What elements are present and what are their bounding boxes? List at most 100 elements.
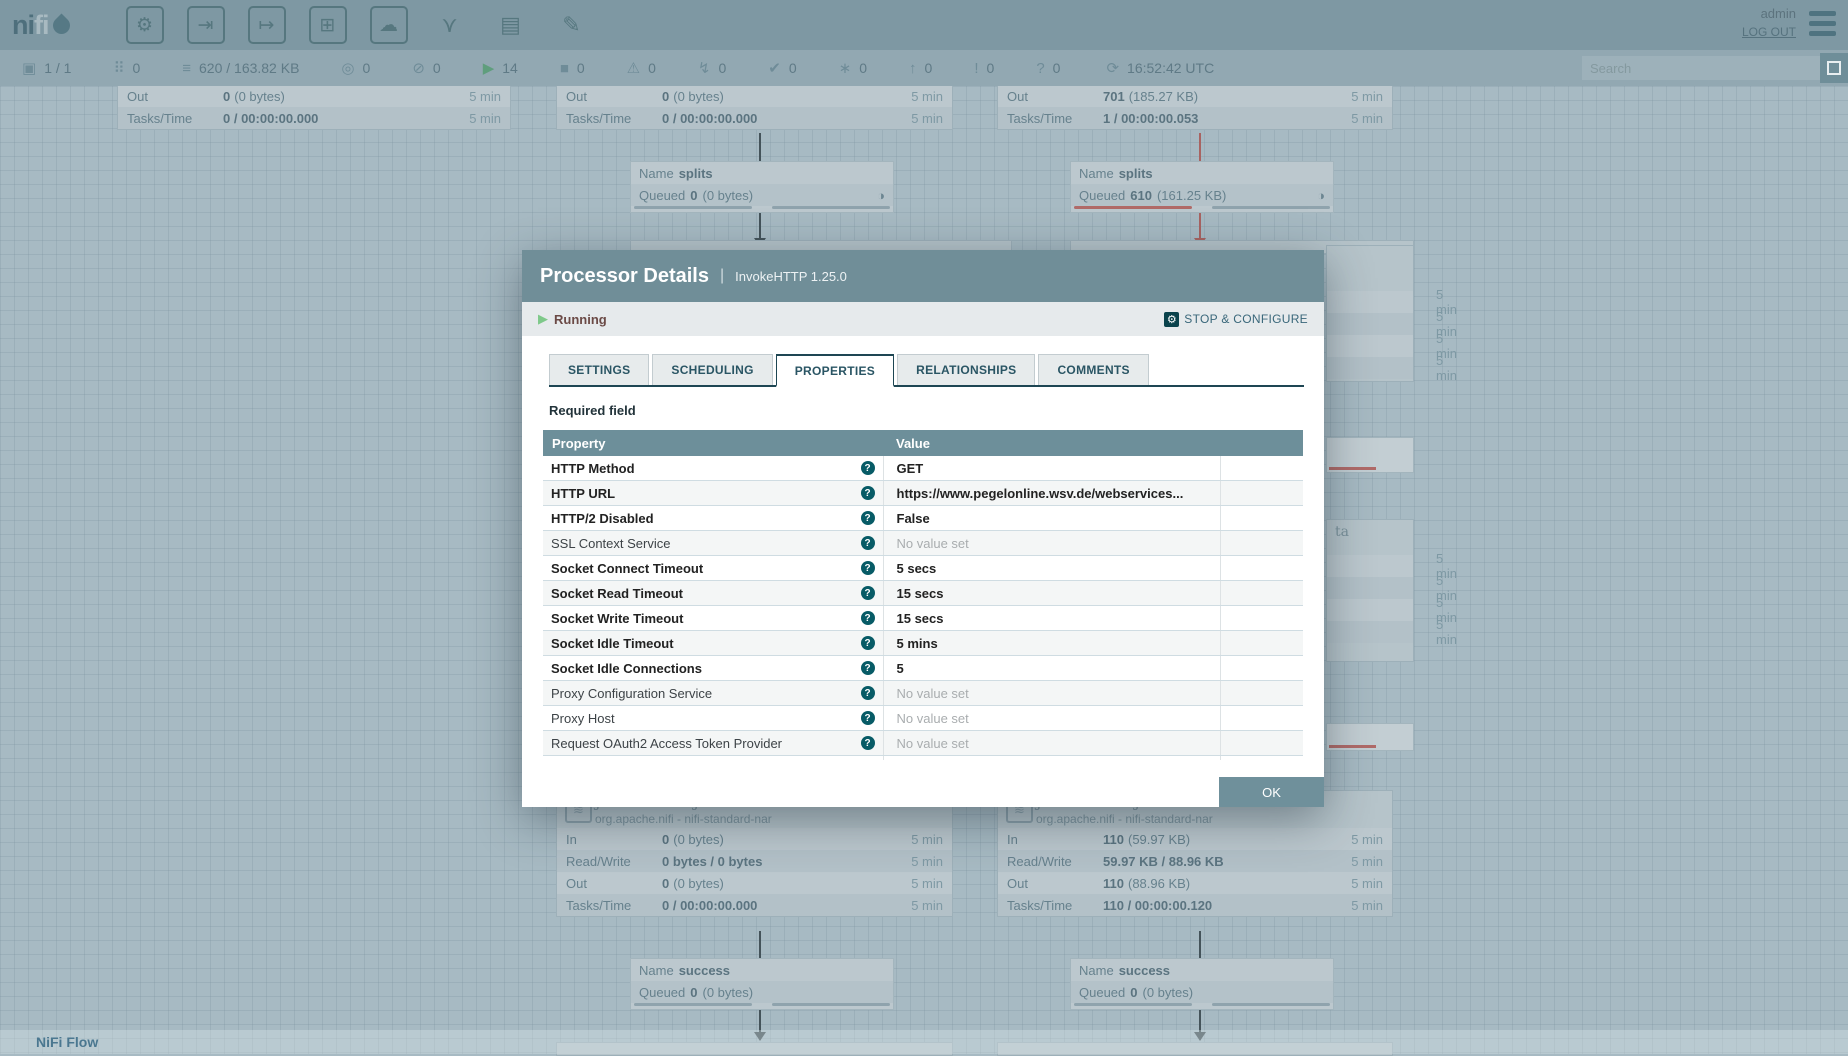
output-port-icon[interactable]: ↦	[248, 6, 286, 44]
property-row: Socket Idle Connections?5	[543, 656, 1303, 681]
search-options-icon	[1827, 61, 1841, 75]
nifi-logo: nifi	[12, 10, 70, 41]
cluster-icon: ▣	[22, 59, 36, 77]
stat-window: 5 min	[1351, 832, 1383, 847]
transmitting-icon: ◎	[341, 59, 354, 77]
property-row: Socket Read Timeout?15 secs	[543, 581, 1303, 606]
property-value-cell: 15 secs	[883, 581, 1220, 606]
tab-settings[interactable]: SETTINGS	[549, 354, 649, 385]
property-value-cell: GET	[883, 456, 1220, 481]
tab-comments[interactable]: COMMENTS	[1038, 354, 1148, 385]
load-balance-icon: ◑	[877, 188, 885, 203]
stat-row: In110(59.97 KB)5 min	[998, 828, 1392, 850]
label-icon[interactable]: ✎	[553, 6, 591, 44]
property-name-cell: Proxy Host?	[543, 706, 883, 731]
property-name-cell: Socket Idle Connections?	[543, 656, 883, 681]
search-input[interactable]	[1582, 56, 1820, 80]
stat-row: Out0(0 bytes)5 min	[557, 872, 952, 894]
help-icon[interactable]: ?	[861, 461, 875, 475]
property-extra-cell	[1220, 731, 1303, 756]
connection-name-value: success	[679, 963, 730, 978]
property-value-cell: No value set	[883, 531, 1220, 556]
processor-node: ≋ JoltTransformJSON 1.25.0 org.apache.ni…	[556, 790, 953, 917]
connection-label: Name success Queued 0 (0 bytes)	[1070, 958, 1334, 1010]
tab-properties[interactable]: PROPERTIES	[776, 354, 894, 387]
properties-table-scroll[interactable]: Property Value HTTP Method?GETHTTP URL?h…	[543, 430, 1303, 760]
tab-relationships[interactable]: RELATIONSHIPS	[897, 354, 1035, 385]
help-icon[interactable]: ?	[861, 686, 875, 700]
queued-label: Queued	[639, 985, 685, 1000]
ok-button[interactable]: OK	[1219, 777, 1324, 807]
processor-bundle: org.apache.nifi - nifi-standard-nar	[595, 812, 944, 826]
help-icon[interactable]: ?	[861, 636, 875, 650]
stat-label: Out	[566, 876, 662, 891]
template-icon[interactable]: ▤	[492, 6, 530, 44]
status-value: 0	[859, 60, 867, 76]
help-icon[interactable]: ?	[861, 561, 875, 575]
help-icon[interactable]: ?	[861, 736, 875, 750]
stat-label: Read/Write	[566, 854, 662, 869]
refresh-icon[interactable]: ⟳	[1106, 59, 1119, 77]
stat-row: Tasks/Time0 / 00:00:00.0005 min	[557, 107, 952, 129]
stat-window: 5 min	[1351, 898, 1383, 913]
property-row: Proxy Configuration Service?No value set	[543, 681, 1303, 706]
process-group-icon[interactable]: ⊞	[309, 6, 347, 44]
stat-window: 5 min	[1351, 111, 1383, 126]
app-toolbar: nifi ⚙⇥↦⊞☁⋎▤✎ admin LOG OUT	[0, 0, 1848, 50]
status-sync-failure: ?0	[1036, 60, 1060, 77]
property-label: HTTP Method	[551, 461, 635, 476]
sync-failure-icon: ?	[1036, 60, 1044, 77]
stat-window: 5 min	[911, 832, 943, 847]
logout-link[interactable]: LOG OUT	[1742, 23, 1796, 41]
property-label: Socket Idle Connections	[551, 661, 702, 676]
status-value: 0	[789, 60, 797, 76]
stat-value: 110 / 00:00:00.120	[1103, 898, 1212, 913]
global-menu-button[interactable]	[1809, 11, 1836, 36]
stop-and-configure-button[interactable]: ⚙ STOP & CONFIGURE	[1164, 312, 1308, 327]
property-value-cell: No value set	[883, 706, 1220, 731]
funnel-icon[interactable]: ⋎	[431, 6, 469, 44]
status-cluster: ▣1 / 1	[22, 59, 71, 77]
stat-window: 5 min	[911, 854, 943, 869]
connection-label-fragment	[1326, 437, 1414, 473]
help-icon[interactable]: ?	[861, 486, 875, 500]
status-value: 0	[433, 60, 441, 76]
processor-node-fragment: ta 5 min5 min5 min5 min	[1326, 519, 1414, 662]
help-icon[interactable]: ?	[861, 711, 875, 725]
processor-bundle: org.apache.nifi - nifi-standard-nar	[1036, 812, 1384, 826]
help-icon[interactable]: ?	[861, 511, 875, 525]
stat-window: 5 min	[1351, 876, 1383, 891]
processor-icon[interactable]: ⚙	[126, 6, 164, 44]
extra-column-header	[1220, 430, 1303, 456]
property-value-cell: 5 secs	[883, 556, 1220, 581]
property-extra-cell	[1220, 756, 1303, 761]
tab-scheduling[interactable]: SCHEDULING	[652, 354, 772, 385]
queued-value: 610	[1130, 188, 1152, 203]
status-stopped: ■0	[560, 60, 585, 77]
property-extra-cell	[1220, 481, 1303, 506]
stat-value: 110	[1103, 876, 1124, 891]
help-icon[interactable]: ?	[861, 661, 875, 675]
dialog-header: Processor Details | InvokeHTTP 1.25.0	[522, 250, 1324, 302]
help-icon[interactable]: ?	[861, 536, 875, 550]
status-value: 0	[648, 60, 656, 76]
refresh-block: ⟳ 16:52:42 UTC	[1106, 59, 1214, 77]
status-value: 0	[925, 60, 933, 76]
property-extra-cell	[1220, 506, 1303, 531]
remote-process-group-icon[interactable]: ☁	[370, 6, 408, 44]
stat-extra: (0 bytes)	[673, 832, 724, 847]
help-icon[interactable]: ?	[861, 611, 875, 625]
search-options-button[interactable]	[1820, 53, 1848, 83]
input-port-icon[interactable]: ⇥	[187, 6, 225, 44]
queued-label: Queued	[639, 188, 685, 203]
status-value: 0	[987, 60, 995, 76]
property-value-cell: 5 mins	[883, 631, 1220, 656]
stat-window: 5 min	[469, 89, 501, 104]
property-value-cell: No value set	[883, 681, 1220, 706]
property-extra-cell	[1220, 456, 1303, 481]
remote-ports-icon: ⠿	[113, 59, 124, 77]
running-icon: ▶	[483, 59, 495, 77]
help-icon[interactable]: ?	[861, 586, 875, 600]
property-row: Socket Connect Timeout?5 secs	[543, 556, 1303, 581]
property-value-cell: 15 secs	[883, 606, 1220, 631]
